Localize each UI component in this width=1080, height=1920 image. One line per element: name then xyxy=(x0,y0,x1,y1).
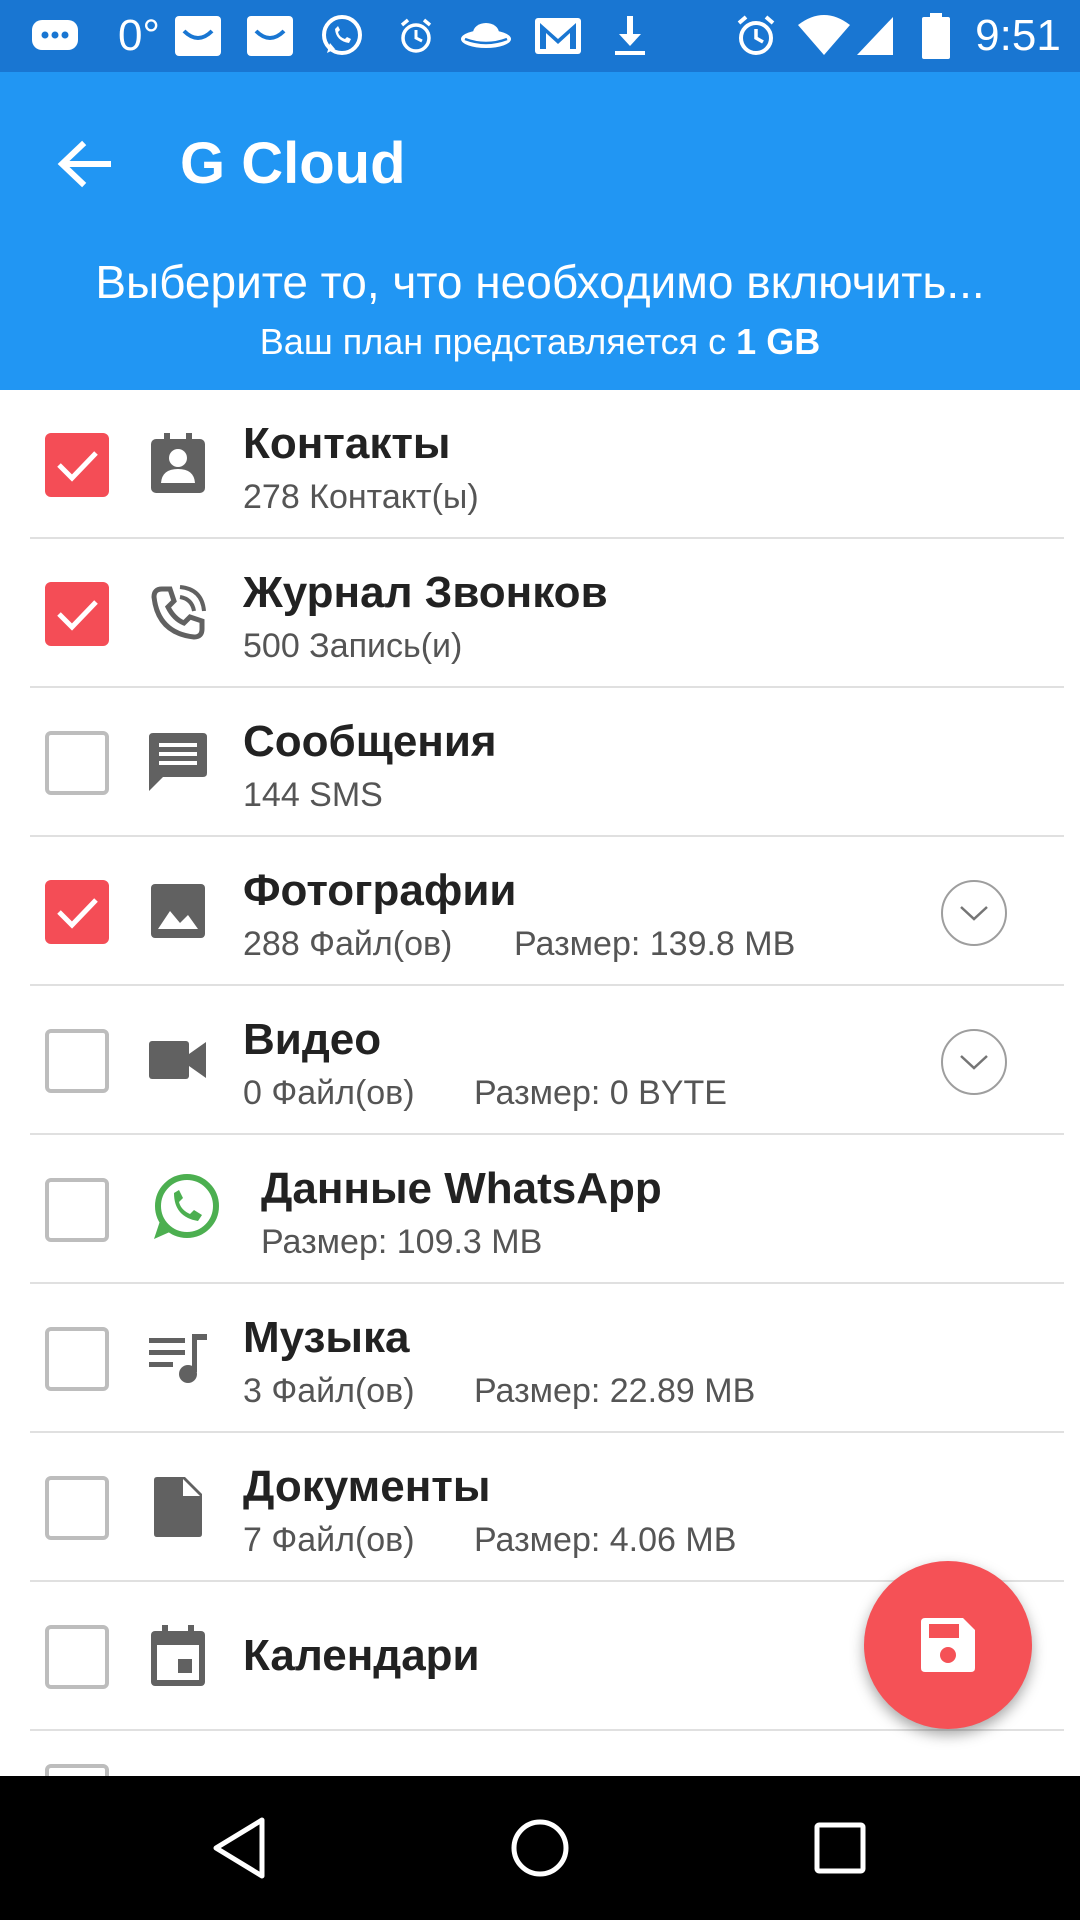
checkbox-whatsapp[interactable] xyxy=(45,1178,109,1242)
plan-size: 1 GB xyxy=(736,321,821,362)
mail-app-icon xyxy=(242,0,298,72)
whatsapp-icon xyxy=(146,1167,226,1247)
list-item-call-log[interactable]: Журнал Звонков 500 Запись(и) xyxy=(0,539,1080,688)
expand-button-video[interactable] xyxy=(941,1029,1007,1095)
chevron-down-icon xyxy=(960,906,988,921)
item-count: 7 Файл(ов) xyxy=(243,1521,415,1559)
app-bar: G Cloud Выберите то, что необходимо вклю… xyxy=(0,72,1080,390)
checkbox-call-log[interactable] xyxy=(45,582,109,646)
list-item-contacts[interactable]: Контакты 278 Контакт(ы) xyxy=(0,390,1080,539)
item-size: Размер: 4.06 MB xyxy=(474,1521,737,1559)
item-count: 278 Контакт(ы) xyxy=(243,478,479,516)
back-arrow-icon[interactable] xyxy=(40,120,128,208)
item-size: Размер: 0 BYTE xyxy=(474,1074,727,1112)
checkbox-video[interactable] xyxy=(45,1029,109,1093)
list-item-music[interactable]: Музыка 3 Файл(ов) Размер: 22.89 MB xyxy=(0,1284,1080,1433)
download-icon xyxy=(604,0,656,72)
message-icon xyxy=(140,724,216,800)
save-icon xyxy=(921,1618,975,1672)
photo-icon xyxy=(140,873,216,949)
item-size: Размер: 109.3 MB xyxy=(261,1223,543,1261)
item-title: Видео xyxy=(243,1015,382,1064)
checkbox-documents[interactable] xyxy=(45,1476,109,1540)
item-title: Сообщения xyxy=(243,717,497,766)
checkbox-calendars[interactable] xyxy=(45,1625,109,1689)
battery-icon xyxy=(914,0,958,72)
page-title: G Cloud xyxy=(180,131,406,196)
item-size: Размер: 22.89 MB xyxy=(474,1372,756,1410)
system-nav-bar xyxy=(0,1776,1080,1920)
item-count: 288 Файл(ов) xyxy=(243,925,453,963)
signal-icon xyxy=(852,0,898,72)
list-item-documents[interactable]: Документы 7 Файл(ов) Размер: 4.06 MB xyxy=(0,1433,1080,1582)
calendar-icon xyxy=(140,1618,216,1694)
checkbox-contacts[interactable] xyxy=(45,433,109,497)
item-title: Календари xyxy=(243,1631,480,1680)
alarm-icon xyxy=(728,0,784,72)
chat-bubble-icon xyxy=(20,0,90,72)
list-item-video[interactable]: Видео 0 Файл(ов) Размер: 0 BYTE xyxy=(0,986,1080,1135)
expand-button-photos[interactable] xyxy=(941,880,1007,946)
checkbox-photos[interactable] xyxy=(45,880,109,944)
page-subtitle: Выберите то, что необходимо включить... xyxy=(95,256,985,308)
mail-app-icon xyxy=(170,0,226,72)
status-bar: 0° 9:51 xyxy=(0,0,1080,72)
wifi-icon xyxy=(794,0,854,72)
plan-info: Ваш план представляется с1 GB xyxy=(0,320,1080,364)
item-count: 144 SMS xyxy=(243,776,383,814)
item-title: Документы xyxy=(243,1462,491,1511)
item-title: Контакты xyxy=(243,419,451,468)
cloud-saucer-icon xyxy=(456,0,516,72)
checkbox-messages[interactable] xyxy=(45,731,109,795)
alarm-icon xyxy=(390,0,442,72)
item-count: 3 Файл(ов) xyxy=(243,1372,415,1410)
item-title: Данные WhatsApp xyxy=(261,1164,662,1213)
contacts-icon xyxy=(140,426,216,502)
home-circle-icon[interactable] xyxy=(490,1798,590,1898)
checkbox-partial[interactable] xyxy=(45,1764,109,1776)
gmail-icon xyxy=(530,0,586,72)
temperature-text: 0° xyxy=(117,11,161,60)
item-count: 0 Файл(ов) xyxy=(243,1074,415,1112)
item-title: Музыка xyxy=(243,1313,410,1362)
checkbox-music[interactable] xyxy=(45,1327,109,1391)
list-item-partial[interactable] xyxy=(0,1731,1080,1776)
save-button[interactable] xyxy=(864,1561,1032,1729)
clock: 9:51 xyxy=(975,11,1061,60)
item-count: 500 Запись(и) xyxy=(243,627,463,665)
back-triangle-icon[interactable] xyxy=(190,1798,290,1898)
item-size: Размер: 139.8 MB xyxy=(514,925,796,963)
music-icon xyxy=(140,1320,216,1396)
list-item-photos[interactable]: Фотографии 288 Файл(ов) Размер: 139.8 MB xyxy=(0,837,1080,986)
whatsapp-icon xyxy=(312,0,372,72)
chevron-down-icon xyxy=(960,1055,988,1070)
phone-log-icon xyxy=(140,575,216,651)
document-icon xyxy=(140,1469,216,1545)
recents-square-icon[interactable] xyxy=(790,1798,890,1898)
video-icon xyxy=(140,1022,216,1098)
list-item-messages[interactable]: Сообщения 144 SMS xyxy=(0,688,1080,837)
list-item-whatsapp[interactable]: Данные WhatsApp Размер: 109.3 MB xyxy=(0,1135,1080,1284)
item-title: Фотографии xyxy=(243,866,517,915)
plan-prefix: Ваш план представляется с xyxy=(259,321,727,362)
item-title: Журнал Звонков xyxy=(243,568,608,617)
